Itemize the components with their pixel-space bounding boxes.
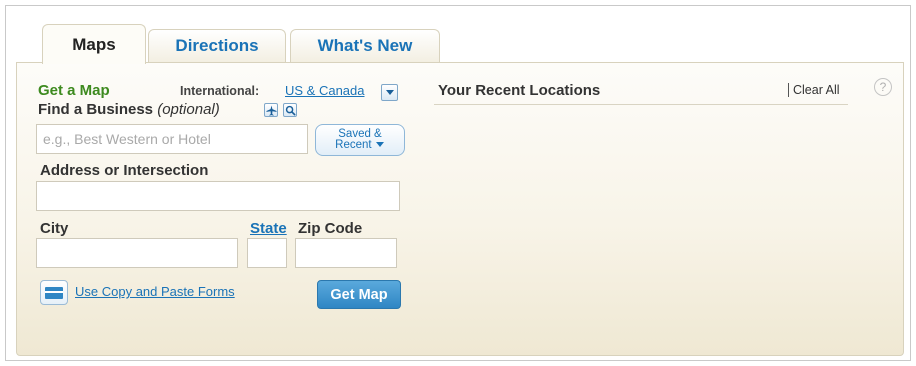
country-link[interactable]: US & Canada bbox=[285, 83, 365, 98]
chevron-down-icon bbox=[385, 90, 394, 95]
state-link[interactable]: State bbox=[250, 220, 287, 237]
state-input[interactable] bbox=[247, 238, 287, 268]
optional-label: (optional) bbox=[157, 101, 220, 118]
airplane-icon bbox=[265, 104, 277, 116]
country-dropdown-button[interactable] bbox=[381, 84, 398, 101]
magnifier-icon bbox=[285, 105, 296, 116]
tab-directions[interactable]: Directions bbox=[148, 29, 286, 62]
recent-label: Recent bbox=[335, 139, 372, 151]
saved-recent-button[interactable]: Saved & Recent bbox=[315, 124, 405, 156]
international-label: International: bbox=[180, 84, 260, 98]
clear-all-button[interactable]: Clear All bbox=[788, 83, 840, 97]
help-icon[interactable]: ? bbox=[874, 78, 892, 96]
address-input[interactable] bbox=[36, 181, 400, 211]
tab-maps-label: Maps bbox=[72, 34, 116, 54]
find-business-label: Find a Business bbox=[38, 101, 154, 118]
city-input[interactable] bbox=[36, 238, 238, 268]
chevron-down-icon bbox=[375, 142, 384, 147]
recent-locations-title: Your Recent Locations bbox=[438, 82, 601, 99]
business-search-button[interactable] bbox=[283, 103, 297, 117]
zip-code-input[interactable] bbox=[295, 238, 397, 268]
tab-whats-new-label: What's New bbox=[317, 36, 413, 55]
copy-paste-link[interactable]: Use Copy and Paste Forms bbox=[75, 284, 235, 299]
tab-whats-new[interactable]: What's New bbox=[290, 29, 440, 62]
get-a-map-heading: Get a Map bbox=[38, 82, 110, 99]
business-input[interactable] bbox=[36, 124, 308, 154]
airport-button[interactable] bbox=[264, 103, 278, 117]
tab-maps[interactable]: Maps bbox=[42, 24, 146, 64]
city-label: City bbox=[40, 220, 69, 237]
find-business-label-row: Find a Business (optional) bbox=[38, 101, 220, 118]
tab-directions-label: Directions bbox=[175, 36, 259, 55]
address-label: Address or Intersection bbox=[40, 162, 209, 179]
get-map-button[interactable]: Get Map bbox=[317, 280, 401, 309]
form-icon bbox=[45, 286, 63, 299]
zip-code-label: Zip Code bbox=[298, 220, 363, 237]
copy-paste-button[interactable] bbox=[40, 280, 68, 305]
recent-divider bbox=[434, 104, 848, 105]
